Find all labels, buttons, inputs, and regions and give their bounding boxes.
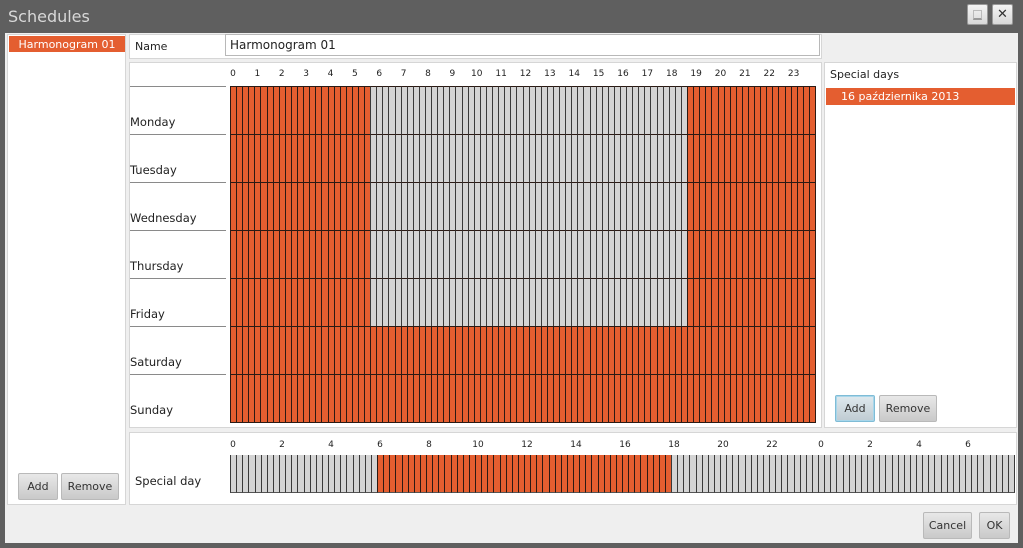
special-day-list-item[interactable]: 16 października 2013 [826, 88, 1015, 105]
time-slot-active[interactable] [808, 326, 816, 375]
time-slot-active[interactable] [808, 374, 816, 423]
title-bar: Schedules ✕ [0, 0, 1023, 33]
minimize-button[interactable] [967, 4, 988, 25]
hour-label: 2 [279, 440, 285, 450]
hour-label: 7 [400, 69, 407, 79]
minimize-icon [973, 9, 982, 20]
hour-label: 14 [568, 69, 580, 79]
hour-label: 0 [230, 440, 236, 450]
close-icon: ✕ [997, 7, 1008, 22]
day-label-thursday: Thursday [130, 259, 184, 273]
day-divider [130, 230, 226, 231]
hour-label: 10 [471, 69, 483, 79]
day-label-tuesday: Tuesday [130, 163, 177, 177]
special-days-title: Special days [830, 68, 900, 81]
day-divider [130, 278, 226, 279]
hour-label: 1 [254, 69, 261, 79]
schedules-list [7, 34, 126, 505]
day-label-monday: Monday [130, 115, 176, 129]
hour-label: 10 [472, 440, 484, 450]
hour-label: 18 [666, 69, 678, 79]
hour-label: 4 [327, 69, 334, 79]
schedule-list-item[interactable]: Harmonogram 01 [9, 36, 125, 52]
day-label-saturday: Saturday [130, 355, 182, 369]
hour-label: 11 [495, 69, 507, 79]
hour-label: 15 [592, 69, 605, 79]
hour-label: 13 [544, 69, 556, 79]
hour-label: 9 [449, 69, 456, 79]
hour-label: 4 [328, 440, 334, 450]
hour-label: 8 [425, 69, 431, 79]
time-slot-active[interactable] [808, 134, 816, 183]
day-divider [130, 182, 226, 183]
time-slot-active[interactable] [808, 278, 816, 327]
hour-label: 20 [714, 69, 727, 79]
close-button[interactable]: ✕ [992, 4, 1013, 25]
hour-label: 8 [426, 440, 432, 450]
hour-label: 2 [867, 440, 873, 450]
time-slot-active[interactable] [808, 230, 816, 279]
hour-label: 20 [717, 440, 729, 450]
remove-special-day-button[interactable]: Remove [879, 395, 937, 422]
name-input[interactable]: Harmonogram 01 [225, 34, 820, 56]
hour-label: 12 [521, 440, 533, 450]
hour-label: 0 [818, 440, 824, 450]
hour-label: 12 [519, 69, 532, 79]
add-schedule-button[interactable]: Add [18, 473, 58, 500]
hour-label: 6 [376, 69, 383, 79]
hour-label: 22 [763, 69, 775, 79]
hour-label: 0 [230, 69, 236, 79]
name-label: Name [135, 40, 168, 53]
time-slot-inactive[interactable] [1007, 455, 1015, 493]
add-special-day-button[interactable]: Add [835, 395, 875, 422]
hour-label: 3 [303, 69, 309, 79]
day-divider [130, 326, 226, 327]
special-days-panel [824, 62, 1017, 428]
hour-label: 14 [570, 440, 582, 450]
day-divider [130, 86, 226, 87]
window-title: Schedules [8, 7, 90, 26]
hour-label: 4 [916, 440, 922, 450]
hour-label: 23 [787, 69, 800, 79]
day-divider [130, 374, 226, 375]
day-label-sunday: Sunday [130, 403, 174, 417]
hour-label: 5 [352, 69, 358, 79]
hour-label: 17 [641, 69, 654, 79]
hour-label: 22 [766, 440, 778, 450]
day-label-friday: Friday [130, 307, 165, 321]
time-slot-active[interactable] [808, 86, 816, 135]
special-day-label: Special day [135, 474, 202, 488]
day-label-wednesday: Wednesday [130, 211, 197, 225]
hour-label: 16 [617, 69, 629, 79]
day-divider [130, 134, 226, 135]
hour-label: 2 [278, 69, 285, 79]
hour-label: 19 [690, 69, 702, 79]
hour-label: 6 [965, 440, 971, 450]
hour-label: 16 [619, 440, 631, 450]
remove-schedule-button[interactable]: Remove [61, 473, 119, 500]
hour-label: 18 [668, 440, 680, 450]
time-slot-active[interactable] [808, 182, 816, 231]
hour-label: 21 [739, 69, 751, 79]
cancel-button[interactable]: Cancel [923, 512, 972, 539]
ok-button[interactable]: OK [979, 512, 1010, 539]
hour-label: 6 [377, 440, 383, 450]
